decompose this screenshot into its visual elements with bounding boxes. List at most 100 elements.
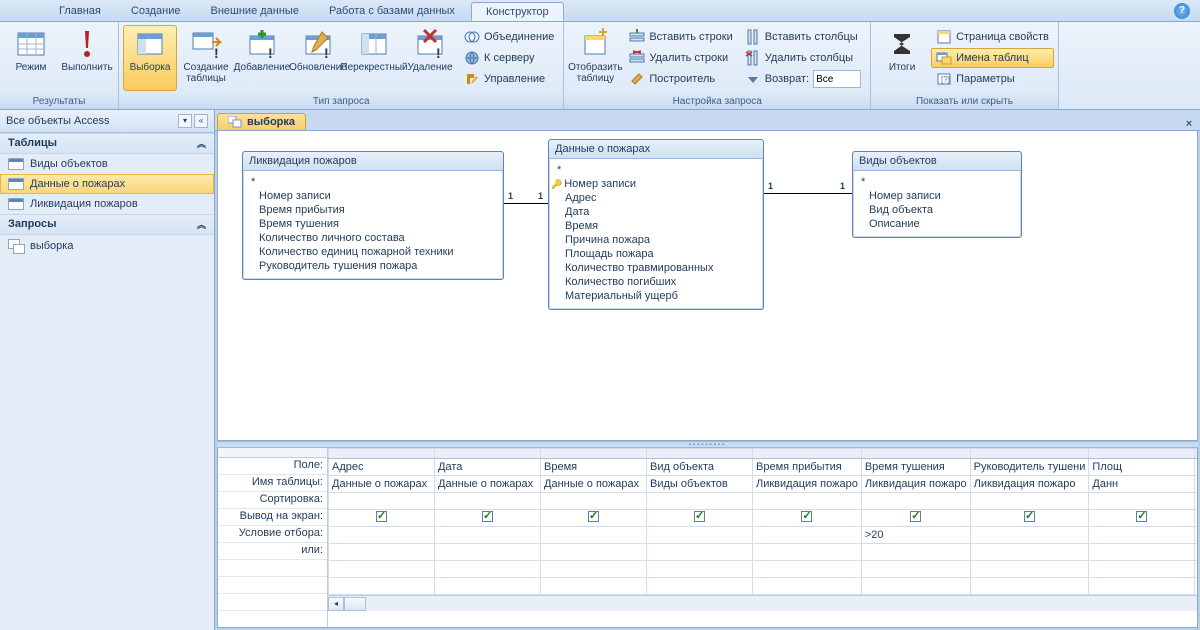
qbe-cell[interactable]: Ликвидация пожаро xyxy=(753,476,862,493)
qbe-cell[interactable] xyxy=(861,493,970,510)
qbe-cell[interactable] xyxy=(1089,544,1195,561)
deleterows-button[interactable]: Удалить строки xyxy=(624,48,737,68)
qbe-columns[interactable]: АдресДатаВремяВид объектаВремя прибытияВ… xyxy=(328,448,1197,627)
qbe-cell[interactable]: Виды объектов xyxy=(647,476,753,493)
qbe-cell[interactable] xyxy=(970,527,1089,544)
qbe-cell[interactable]: Дата xyxy=(435,459,541,476)
qbe-cell[interactable] xyxy=(647,493,753,510)
qbe-cell[interactable] xyxy=(329,527,435,544)
qbe-cell[interactable]: Данн xyxy=(1089,476,1195,493)
field-item[interactable]: Материальный ущерб xyxy=(565,289,755,303)
qbe-cell[interactable]: Время тушения xyxy=(861,459,970,476)
qbe-cell[interactable]: Ликвидация пожаро xyxy=(861,476,970,493)
totals-button[interactable]: Итоги xyxy=(875,25,929,91)
show-checkbox[interactable] xyxy=(1024,511,1035,522)
navitem-table[interactable]: Данные о пожарах xyxy=(0,174,214,194)
qbe-cell[interactable] xyxy=(1089,578,1195,595)
qbe-cell[interactable] xyxy=(541,527,647,544)
crosstab-button[interactable]: Перекрестный xyxy=(347,25,401,91)
field-item[interactable]: Количество травмированных xyxy=(565,261,755,275)
qbe-cell[interactable] xyxy=(329,510,435,527)
qbe-cell[interactable] xyxy=(647,578,753,595)
qbe-cell[interactable]: Время прибытия xyxy=(753,459,862,476)
tablenames-button[interactable]: Имена таблиц xyxy=(931,48,1054,68)
qbe-cell[interactable]: Вид объекта xyxy=(647,459,753,476)
params-button[interactable]: [?]Параметры xyxy=(931,69,1054,89)
navpane-collapse-icon[interactable]: « xyxy=(194,114,208,128)
qbe-cell[interactable] xyxy=(753,449,862,459)
qbe-cell[interactable] xyxy=(753,527,862,544)
qbe-cell[interactable] xyxy=(753,561,862,578)
builder-button[interactable]: Построитель xyxy=(624,69,737,89)
select-query-button[interactable]: Выборка xyxy=(123,25,177,91)
qbe-cell[interactable] xyxy=(970,493,1089,510)
field-item[interactable]: Номер записи xyxy=(869,189,1013,203)
navpane-dropdown-icon[interactable]: ▾ xyxy=(178,114,192,128)
tab-dbtools[interactable]: Работа с базами данных xyxy=(315,2,469,19)
field-item[interactable]: Количество личного состава xyxy=(259,231,495,245)
document-tab[interactable]: выборка xyxy=(217,113,306,130)
datadef-button[interactable]: Управление xyxy=(459,69,559,89)
pane-splitter[interactable]: ▪▪▪▪▪▪▪▪▪ xyxy=(217,441,1198,448)
field-item[interactable]: Адрес xyxy=(565,191,755,205)
qbe-cell[interactable] xyxy=(970,544,1089,561)
field-item[interactable]: Номер записи xyxy=(565,177,755,191)
qbe-cell[interactable] xyxy=(435,449,541,459)
qbe-cell[interactable] xyxy=(753,510,862,527)
field-item[interactable]: Номер записи xyxy=(259,189,495,203)
tab-create[interactable]: Создание xyxy=(117,2,195,19)
show-checkbox[interactable] xyxy=(1136,511,1147,522)
deletecols-button[interactable]: Удалить столбцы xyxy=(740,48,866,68)
field-item[interactable]: Количество единиц пожарной техники xyxy=(259,245,495,259)
qbe-cell[interactable] xyxy=(647,510,753,527)
field-item[interactable]: * xyxy=(251,175,495,189)
propsheet-button[interactable]: Страница свойств xyxy=(931,27,1054,47)
qbe-cell[interactable] xyxy=(541,493,647,510)
qbe-cell[interactable] xyxy=(753,493,862,510)
qbe-cell[interactable] xyxy=(861,449,970,459)
show-checkbox[interactable] xyxy=(588,511,599,522)
scroll-left-icon[interactable]: ◂ xyxy=(328,597,344,611)
navitem-table[interactable]: Ликвидация пожаров xyxy=(0,194,214,214)
tab-home[interactable]: Главная xyxy=(45,2,115,19)
navitem-table[interactable]: Виды объектов xyxy=(0,154,214,174)
field-item[interactable]: * xyxy=(861,175,1013,189)
relationship-line[interactable] xyxy=(764,193,852,194)
qbe-cell[interactable]: Данные о пожарах xyxy=(541,476,647,493)
qbe-cell[interactable] xyxy=(647,527,753,544)
qbe-cell[interactable] xyxy=(647,544,753,561)
qbe-cell[interactable]: Адрес xyxy=(329,459,435,476)
qbe-cell[interactable] xyxy=(435,493,541,510)
relationship-line[interactable] xyxy=(504,203,548,204)
update-button[interactable]: ! Обновление xyxy=(291,25,345,91)
navgroup-tables[interactable]: Таблицы︽ xyxy=(0,133,214,154)
show-checkbox[interactable] xyxy=(910,511,921,522)
return-combo[interactable]: Возврат: xyxy=(740,69,866,89)
qbe-cell[interactable]: >20 xyxy=(861,527,970,544)
field-list-window[interactable]: Данные о пожарах*Номер записиАдресДатаВр… xyxy=(548,139,764,310)
field-item[interactable]: Время прибытия xyxy=(259,203,495,217)
qbe-cell[interactable] xyxy=(861,544,970,561)
qbe-cell[interactable]: Время xyxy=(541,459,647,476)
qbe-cell[interactable] xyxy=(329,449,435,459)
qbe-cell[interactable] xyxy=(1089,527,1195,544)
qbe-cell[interactable] xyxy=(753,578,862,595)
delete-query-button[interactable]: ! Удаление xyxy=(403,25,457,91)
field-list-title[interactable]: Данные о пожарах xyxy=(549,140,763,159)
tab-external[interactable]: Внешние данные xyxy=(197,2,313,19)
field-list-title[interactable]: Ликвидация пожаров xyxy=(243,152,503,171)
qbe-cell[interactable] xyxy=(541,544,647,561)
show-checkbox[interactable] xyxy=(801,511,812,522)
field-item[interactable]: Время тушения xyxy=(259,217,495,231)
navitem-query[interactable]: выборка xyxy=(0,235,214,257)
qbe-cell[interactable] xyxy=(435,510,541,527)
horizontal-scrollbar[interactable]: ◂ xyxy=(328,595,1197,611)
passthrough-button[interactable]: К серверу xyxy=(459,48,559,68)
qbe-cell[interactable] xyxy=(861,578,970,595)
field-item[interactable]: Площадь пожара xyxy=(565,247,755,261)
qbe-cell[interactable]: Данные о пожарах xyxy=(435,476,541,493)
showtable-button[interactable]: Отобразить таблицу xyxy=(568,25,622,91)
append-button[interactable]: ! Добавление xyxy=(235,25,289,91)
show-checkbox[interactable] xyxy=(694,511,705,522)
qbe-cell[interactable] xyxy=(861,561,970,578)
